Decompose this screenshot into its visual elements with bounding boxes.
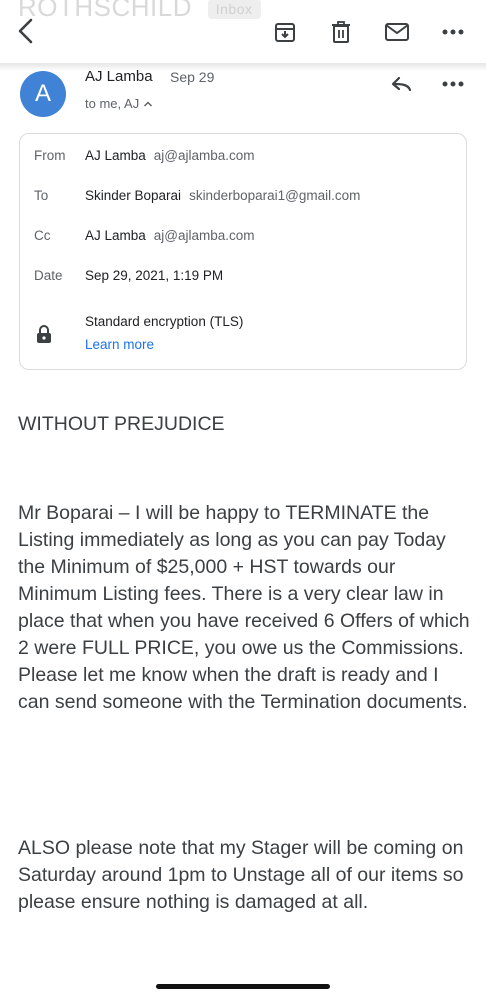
message-details-card: From AJ Lamba aj@ajlamba.com To Skinder B…: [19, 133, 467, 370]
from-name: AJ Lamba: [85, 148, 146, 163]
to-value: Skinder Boparai skinderboparai1@gmail.com: [85, 188, 360, 203]
to-email[interactable]: skinderboparai1@gmail.com: [189, 188, 360, 203]
cc-label: Cc: [34, 228, 51, 243]
sent-date: Sep 29: [170, 69, 215, 85]
archive-icon[interactable]: [272, 19, 298, 45]
avatar[interactable]: A: [20, 71, 66, 117]
chevron-up-icon: [143, 96, 153, 111]
sender-name: AJ Lamba: [85, 68, 153, 85]
avatar-letter: A: [34, 80, 51, 107]
from-label: From: [34, 148, 66, 163]
from-email[interactable]: aj@ajlamba.com: [154, 148, 255, 163]
mail-icon[interactable]: [384, 19, 410, 45]
date-value: Sep 29, 2021, 1:19 PM: [85, 268, 224, 283]
lock-icon: [36, 324, 52, 344]
trash-icon[interactable]: [328, 19, 354, 45]
cc-email[interactable]: aj@ajlamba.com: [154, 228, 255, 243]
to-label: To: [34, 188, 49, 203]
learn-more-link[interactable]: Learn more: [85, 337, 154, 352]
home-indicator[interactable]: [156, 984, 330, 989]
from-value: AJ Lamba aj@ajlamba.com: [85, 148, 255, 163]
body-paragraph-3: ALSO please note that my Stager will be …: [18, 837, 464, 913]
message-more-icon[interactable]: [440, 74, 466, 94]
cc-value: AJ Lamba aj@ajlamba.com: [85, 228, 255, 243]
top-toolbar: [0, 0, 486, 64]
body-paragraph-1: WITHOUT PREJUDICE: [18, 413, 225, 435]
encryption-text: Standard encryption (TLS): [85, 314, 244, 329]
recipients-text: to me, AJ: [85, 96, 140, 111]
more-horizontal-icon[interactable]: [440, 19, 466, 45]
cc-name: AJ Lamba: [85, 228, 146, 243]
toolbar-shadow: [0, 63, 486, 71]
back-arrow-icon[interactable]: [12, 16, 42, 46]
reply-icon[interactable]: [388, 72, 416, 96]
date-label: Date: [34, 268, 63, 283]
to-name: Skinder Boparai: [85, 188, 182, 203]
body-paragraph-2: Mr Boparai – I will be happy to TERMINAT…: [18, 502, 470, 713]
recipients-toggle[interactable]: to me, AJ: [85, 96, 153, 111]
